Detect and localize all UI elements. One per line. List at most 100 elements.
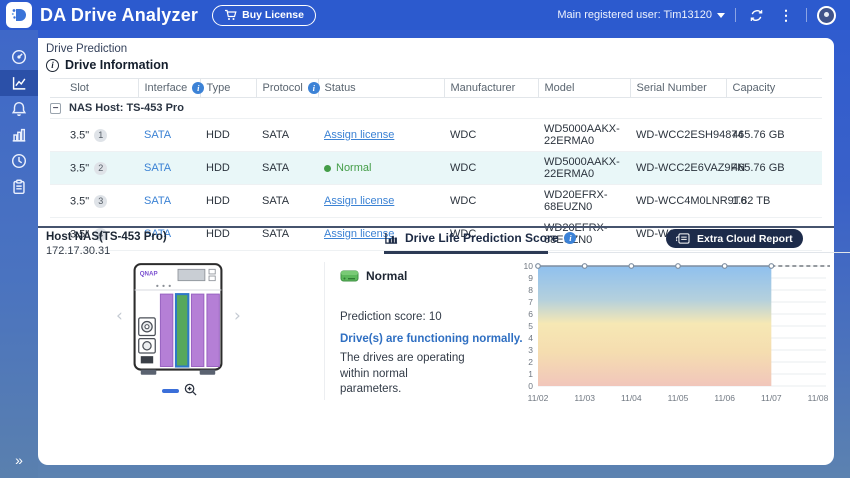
prediction-chart: 01234567891011/0211/0311/0411/0511/0611/… [512, 256, 834, 408]
type-cell: HDD [200, 185, 256, 218]
registered-user-text: Main registered user: Tim13120 [557, 9, 712, 21]
carousel-next-icon[interactable]: › [234, 308, 241, 325]
prediction-score-text: Prediction score: 10 [340, 311, 442, 323]
type-cell: HDD [200, 218, 256, 251]
prediction-score-info-icon[interactable]: i [564, 232, 576, 244]
divider [324, 262, 325, 400]
col-serial: Serial Number [637, 82, 707, 94]
assign-license-link[interactable]: Assign license [324, 195, 394, 207]
buy-license-button[interactable]: Buy License [212, 5, 316, 26]
svg-text:10: 10 [524, 261, 534, 271]
user-avatar[interactable] [817, 6, 836, 25]
svg-text:2: 2 [528, 357, 533, 367]
chevron-down-icon [717, 13, 725, 18]
serial-cell: WD-WCC2E6VAZ9FN [630, 152, 726, 185]
cloud-report-icon [676, 233, 691, 244]
svg-text:11/07: 11/07 [761, 393, 782, 403]
col-interface: Interface [145, 82, 188, 94]
drive-analyzer-screen: DA Drive Analyzer Buy License Main regis… [0, 0, 850, 478]
protocol-cell: SATA [256, 185, 318, 218]
svg-text:9: 9 [528, 273, 533, 283]
slot-size: 3.5" [70, 129, 89, 141]
sidebar-item-notifications[interactable] [0, 96, 38, 122]
svg-text:QNAP: QNAP [140, 271, 158, 278]
prediction-chart-svg: 01234567891011/0211/0311/0411/0511/0611/… [512, 256, 834, 406]
model-cell: WD5000AAKX-22ERMA0 [538, 119, 630, 152]
protocol-cell: SATA [256, 119, 318, 152]
col-protocol: Protocol [263, 82, 303, 94]
manufacturer-cell: WDC [444, 185, 538, 218]
model-cell: WD5000AAKX-22ERMA0 [538, 152, 630, 185]
drive-status-icon [340, 269, 359, 283]
host-name: Host NAS(TS-453 Pro) [46, 231, 167, 243]
protocol-info-icon[interactable]: i [308, 82, 320, 94]
svg-text:8: 8 [528, 285, 533, 295]
prediction-headline: Drive(s) are functioning normally. [340, 333, 523, 345]
svg-text:5: 5 [528, 321, 533, 331]
table-row[interactable]: 3.5"3 SATA HDD SATA Assign license WDC W… [50, 185, 822, 218]
svg-text:11/04: 11/04 [621, 393, 642, 403]
sidebar-item-drive-prediction[interactable] [0, 70, 38, 96]
group-label: NAS Host: TS-453 Pro [69, 102, 184, 114]
nas-host-group-row: − NAS Host: TS-453 Pro [50, 98, 822, 119]
report-clipboard-icon [10, 178, 28, 196]
interface-link[interactable]: SATA [144, 195, 171, 207]
notifications-bell-icon [10, 100, 28, 118]
sidebar-item-dashboard[interactable] [0, 44, 38, 70]
sidebar-item-history[interactable] [0, 148, 38, 174]
svg-text:4: 4 [528, 333, 533, 343]
extra-cloud-report-button[interactable]: Extra Cloud Report [666, 229, 803, 248]
refresh-icon[interactable] [746, 5, 766, 25]
capacity-cell: 465.76 GB [726, 152, 822, 185]
sidebar: » [0, 30, 38, 478]
app-logo-icon [6, 2, 32, 28]
section-title: Drive Information [65, 58, 169, 72]
svg-text:11/06: 11/06 [714, 393, 735, 403]
prediction-body-text: The drives are operating within normal p… [340, 351, 468, 398]
more-options-icon[interactable]: ⋮ [776, 5, 796, 25]
manufacturer-cell: WDC [444, 119, 538, 152]
prediction-score-chart-icon [384, 231, 399, 245]
svg-text:6: 6 [528, 309, 533, 319]
manufacturer-cell: WDC [444, 152, 538, 185]
svg-text:11/03: 11/03 [574, 393, 595, 403]
svg-text:11/02: 11/02 [528, 393, 549, 403]
svg-text:11/08: 11/08 [808, 393, 829, 403]
main-panel: Drive Prediction i Drive Information Slo… [38, 38, 834, 465]
table-row[interactable]: 3.5"2 SATA HDD SATA Normal WDC WD5000AAK… [50, 152, 822, 185]
status-dot-icon [324, 165, 331, 172]
statistics-bars-icon [10, 126, 28, 144]
table-row[interactable]: 3.5"1 SATA HDD SATA Assign license WDC W… [50, 119, 822, 152]
sidebar-item-statistics[interactable] [0, 122, 38, 148]
protocol-cell: SATA [256, 152, 318, 185]
table-header-row: Slot Interfacei Type Protocoli Status Ma… [50, 79, 822, 98]
interface-link[interactable]: SATA [144, 129, 171, 141]
extra-cloud-report-label: Extra Cloud Report [697, 233, 793, 245]
collapse-group-icon[interactable]: − [50, 103, 61, 114]
slot-size: 3.5" [70, 162, 89, 174]
history-clock-icon [10, 152, 28, 170]
carousel-prev-icon[interactable]: ‹ [116, 308, 123, 325]
sidebar-item-reports[interactable] [0, 174, 38, 200]
interface-link[interactable]: SATA [144, 162, 171, 174]
model-cell: WD20EFRX-68EUZN0 [538, 185, 630, 218]
col-manufacturer: Manufacturer [451, 82, 516, 94]
col-type: Type [207, 82, 231, 94]
registered-user-dropdown[interactable]: Main registered user: Tim13120 [557, 9, 725, 21]
page-title: Drive Prediction [46, 43, 127, 55]
assign-license-link[interactable]: Assign license [324, 129, 394, 141]
protocol-cell: SATA [256, 218, 318, 251]
top-bar: DA Drive Analyzer Buy License Main regis… [0, 0, 850, 30]
status-normal-label: Normal [336, 162, 371, 174]
zoom-in-icon[interactable] [184, 383, 197, 401]
svg-text:1: 1 [528, 369, 533, 379]
col-status: Status [325, 82, 356, 94]
carousel-page-indicator[interactable] [162, 389, 179, 393]
nas-device-illustration: QNAP [126, 260, 230, 387]
expand-sidebar-icon[interactable]: » [0, 450, 38, 470]
dashboard-gauge-icon [10, 48, 28, 66]
buy-license-label: Buy License [242, 9, 304, 21]
tab-drive-life-prediction-score[interactable]: Drive Life Prediction Score i [384, 231, 576, 245]
host-ip: 172.17.30.31 [46, 245, 110, 257]
drive-information-info-icon[interactable]: i [46, 59, 59, 72]
